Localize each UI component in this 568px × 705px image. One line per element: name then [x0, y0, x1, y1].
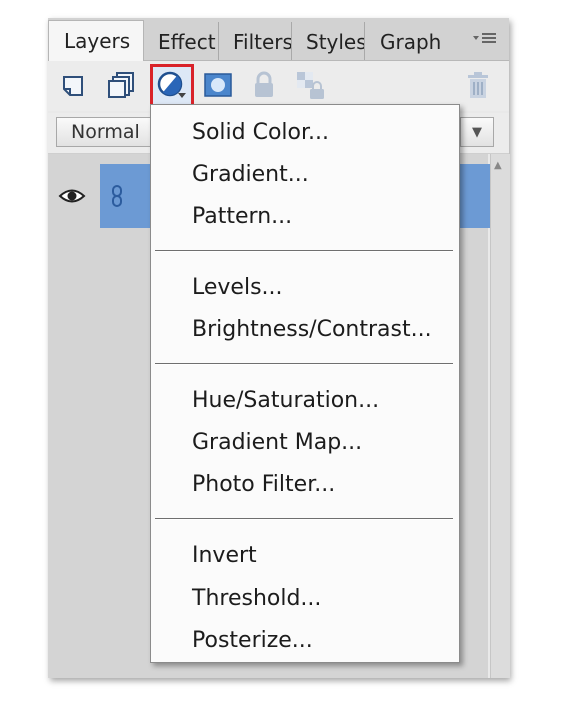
menu-item-gradient[interactable]: Gradient... — [192, 160, 309, 190]
tab-layers[interactable]: Layers — [48, 20, 144, 61]
menu-item-solid-color[interactable]: Solid Color... — [192, 118, 329, 148]
adjustment-layer-menu: Solid Color... Gradient... Pattern... Le… — [150, 104, 460, 663]
layers-scrollbar[interactable]: ▲ — [490, 154, 510, 678]
menu-item-gradient-map[interactable]: Gradient Map... — [192, 428, 362, 458]
blend-mode-select[interactable]: Normal — [56, 117, 152, 147]
menu-item-photo-filter[interactable]: Photo Filter... — [192, 470, 335, 500]
menu-separator — [155, 363, 453, 365]
eye-icon[interactable] — [58, 182, 86, 210]
menu-item-threshold[interactable]: Threshold... — [192, 584, 321, 614]
layer-mask-icon[interactable] — [202, 69, 234, 101]
panel-tab-bar: Layers Effect Filters Styles Graph — [48, 18, 509, 61]
scroll-up-icon[interactable]: ▲ — [494, 160, 502, 171]
new-group-icon[interactable] — [106, 69, 138, 101]
tab-effects[interactable]: Effect — [145, 22, 219, 60]
menu-item-pattern[interactable]: Pattern... — [192, 202, 292, 232]
menu-item-brightness-contrast[interactable]: Brightness/Contrast... — [192, 315, 432, 345]
trash-icon[interactable] — [462, 69, 494, 101]
tab-graphics[interactable]: Graph — [365, 22, 441, 60]
link-icon[interactable] — [110, 184, 124, 212]
opacity-dropdown[interactable]: ▼ — [460, 117, 494, 147]
lock-icon[interactable] — [248, 69, 280, 101]
menu-item-levels[interactable]: Levels... — [192, 273, 283, 303]
menu-item-hue-saturation[interactable]: Hue/Saturation... — [192, 386, 379, 416]
tab-styles[interactable]: Styles — [292, 22, 365, 60]
menu-item-invert[interactable]: Invert — [192, 541, 257, 571]
lock-transparency-icon[interactable] — [294, 69, 326, 101]
chevron-down-icon: ▼ — [472, 124, 482, 140]
tab-filters[interactable]: Filters — [219, 22, 292, 60]
menu-separator — [155, 250, 453, 252]
new-layer-icon[interactable] — [58, 69, 90, 101]
panel-menu-icon[interactable] — [471, 28, 499, 53]
menu-separator — [155, 518, 453, 520]
menu-item-posterize[interactable]: Posterize... — [192, 626, 313, 656]
adjustment-layer-icon[interactable] — [156, 69, 188, 101]
